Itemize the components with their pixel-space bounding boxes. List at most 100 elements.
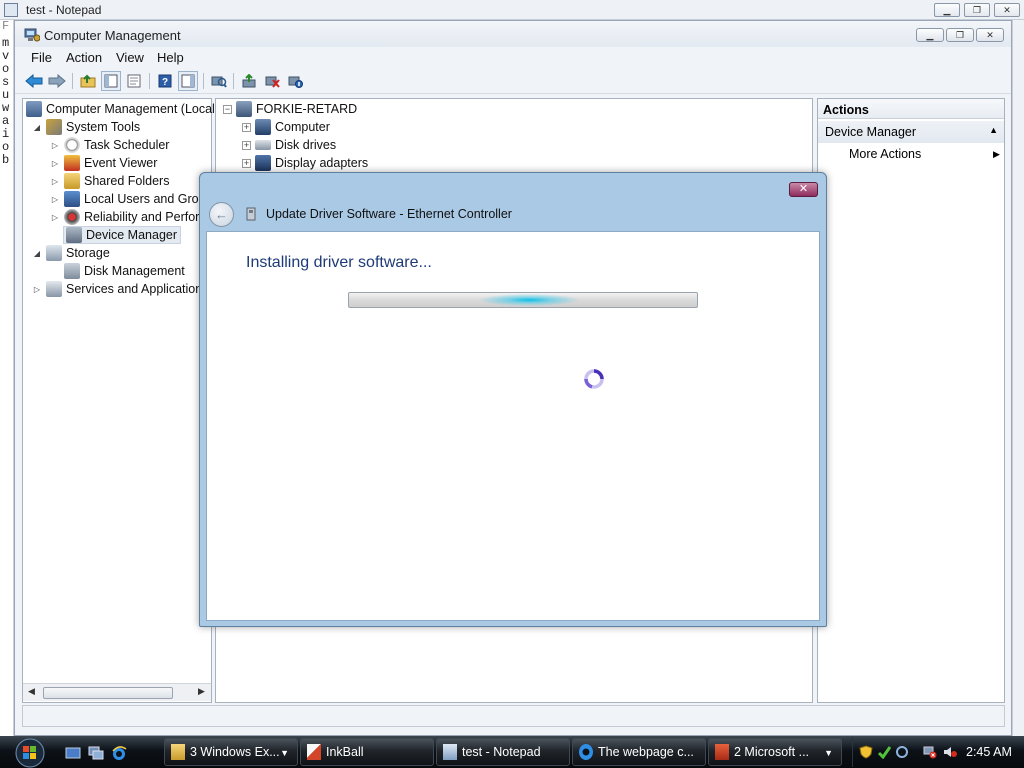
clock[interactable]: 2:45 AM bbox=[966, 745, 1012, 759]
menu-help[interactable]: Help bbox=[157, 50, 184, 65]
show-desktop-icon[interactable] bbox=[65, 745, 81, 761]
device-category-display-adapters[interactable]: + Display adapters bbox=[242, 154, 368, 172]
show-hide-tree-icon[interactable] bbox=[101, 71, 121, 91]
taskbar-item-label: 3 Windows Ex... bbox=[190, 745, 280, 759]
tree-item-task-scheduler[interactable]: ▷ Task Scheduler bbox=[50, 136, 169, 154]
switch-windows-icon[interactable] bbox=[88, 745, 104, 761]
device-icon bbox=[246, 207, 256, 221]
notepad-titlebar[interactable]: test - Notepad ▁ ❐ ✕ bbox=[0, 0, 1024, 20]
tree-item-storage[interactable]: ◢ Storage bbox=[32, 244, 110, 262]
tree-item-computer-management[interactable]: Computer Management (Local bbox=[26, 100, 215, 118]
properties-icon[interactable] bbox=[124, 71, 144, 91]
monitor-icon bbox=[255, 119, 271, 135]
expand-box-icon[interactable]: + bbox=[242, 140, 251, 150]
notepad-text-area[interactable]: F m v o s u w a i o b bbox=[0, 20, 14, 736]
expand-arrow-icon[interactable]: ▷ bbox=[50, 213, 60, 222]
tree-item-reliability[interactable]: ▷ Reliability and Perform bbox=[50, 208, 210, 226]
back-button[interactable]: ← bbox=[209, 202, 234, 227]
install-status-heading: Installing driver software... bbox=[246, 254, 432, 271]
device-category-computer[interactable]: + Computer bbox=[242, 118, 330, 136]
taskbar-item-notepad[interactable]: test - Notepad bbox=[436, 738, 570, 766]
tree-item-system-tools[interactable]: ◢ System Tools bbox=[32, 118, 140, 136]
taskbar-item-windows-explorer[interactable]: 3 Windows Ex... ▼ bbox=[164, 738, 298, 766]
tree-item-services[interactable]: ▷ Services and Applications bbox=[32, 280, 208, 298]
sync-icon[interactable] bbox=[895, 745, 909, 759]
cm-titlebar[interactable]: Computer Management ▁ ❐ ✕ bbox=[15, 21, 1011, 47]
notepad-icon bbox=[4, 3, 18, 17]
computer-management-icon bbox=[26, 101, 42, 117]
actions-pane: Actions Device Manager ▲ More Actions ▶ bbox=[817, 98, 1005, 703]
notepad-minimize-button[interactable]: ▁ bbox=[934, 3, 960, 17]
taskbar-item-microsoft[interactable]: 2 Microsoft ... ▼ bbox=[708, 738, 842, 766]
tree-item-disk-management[interactable]: Disk Management bbox=[64, 262, 185, 280]
expand-arrow-icon[interactable]: ▷ bbox=[50, 195, 60, 204]
cm-maximize-button[interactable]: ❐ bbox=[946, 28, 974, 42]
taskbar-item-webpage[interactable]: The webpage c... bbox=[572, 738, 706, 766]
actions-group-device-manager[interactable]: Device Manager ▲ bbox=[818, 121, 1004, 143]
update-driver-icon[interactable] bbox=[239, 71, 259, 91]
more-actions-item[interactable]: More Actions bbox=[849, 147, 921, 161]
dialog-close-button[interactable]: ✕ bbox=[789, 182, 818, 197]
forward-arrow-icon[interactable] bbox=[47, 71, 67, 91]
scan-hardware-icon[interactable] bbox=[209, 71, 229, 91]
device-host-node[interactable]: − FORKIE-RETARD bbox=[223, 100, 357, 118]
scroll-right-icon[interactable]: ▶ bbox=[198, 686, 205, 697]
services-icon bbox=[46, 281, 62, 297]
up-folder-icon[interactable] bbox=[78, 71, 98, 91]
show-action-pane-icon[interactable] bbox=[178, 71, 198, 91]
device-category-disk-drives[interactable]: + Disk drives bbox=[242, 136, 336, 154]
device-category-label: Disk drives bbox=[275, 138, 337, 152]
inkball-icon bbox=[307, 744, 321, 760]
actions-group-label: Device Manager bbox=[825, 125, 917, 139]
taskbar-item-label: 2 Microsoft ... bbox=[734, 745, 810, 759]
expand-arrow-icon[interactable]: ▷ bbox=[32, 285, 42, 294]
cm-minimize-button[interactable]: ▁ bbox=[916, 28, 944, 42]
help-icon[interactable]: ? bbox=[155, 71, 175, 91]
scrollbar-thumb[interactable] bbox=[43, 687, 173, 699]
notepad-scrollbar[interactable] bbox=[1012, 20, 1024, 736]
expand-arrow-icon[interactable]: ▷ bbox=[50, 159, 60, 168]
tree-horizontal-scrollbar[interactable]: ◀ ▶ bbox=[23, 683, 211, 701]
network-error-icon[interactable] bbox=[923, 745, 937, 759]
computer-management-icon bbox=[24, 28, 40, 42]
expand-arrow-icon[interactable]: ▷ bbox=[50, 177, 60, 186]
collapse-up-icon[interactable]: ▲ bbox=[989, 125, 998, 135]
tree-item-label: Local Users and Group bbox=[84, 192, 213, 206]
notepad-maximize-button[interactable]: ❐ bbox=[964, 3, 990, 17]
tree-item-label: Disk Management bbox=[84, 264, 185, 278]
group-dropdown-icon: ▼ bbox=[824, 748, 833, 758]
defender-icon[interactable] bbox=[877, 745, 891, 759]
tree-item-event-viewer[interactable]: ▷ Event Viewer bbox=[50, 154, 157, 172]
back-arrow-icon[interactable] bbox=[24, 71, 44, 91]
cm-title: Computer Management bbox=[44, 28, 181, 43]
cm-close-button[interactable]: ✕ bbox=[976, 28, 1004, 42]
collapse-arrow-icon[interactable]: ◢ bbox=[32, 123, 42, 132]
disk-drive-icon bbox=[255, 140, 271, 150]
expand-arrow-icon[interactable]: ▷ bbox=[50, 141, 60, 150]
collapse-arrow-icon[interactable]: ◢ bbox=[32, 249, 42, 258]
menu-file[interactable]: File bbox=[31, 50, 52, 65]
tree-item-label: Device Manager bbox=[86, 228, 178, 242]
taskbar-item-inkball[interactable]: InkBall bbox=[300, 738, 434, 766]
uninstall-device-icon[interactable] bbox=[262, 71, 282, 91]
start-button[interactable] bbox=[10, 736, 50, 768]
menu-view[interactable]: View bbox=[116, 50, 144, 65]
tree-item-label: Task Scheduler bbox=[84, 138, 170, 152]
notepad-close-button[interactable]: ✕ bbox=[994, 3, 1020, 17]
tree-item-label: Shared Folders bbox=[84, 174, 170, 188]
scroll-left-icon[interactable]: ◀ bbox=[28, 686, 35, 697]
tree-item-shared-folders[interactable]: ▷ Shared Folders bbox=[50, 172, 169, 190]
group-dropdown-icon: ▼ bbox=[280, 748, 289, 758]
tree-item-local-users[interactable]: ▷ Local Users and Group bbox=[50, 190, 213, 208]
expand-box-icon[interactable]: + bbox=[242, 122, 251, 132]
volume-muted-icon[interactable] bbox=[943, 745, 957, 759]
svg-text:?: ? bbox=[162, 77, 168, 88]
menu-action[interactable]: Action bbox=[66, 50, 102, 65]
expand-box-icon[interactable]: + bbox=[242, 158, 251, 168]
disable-device-icon[interactable] bbox=[285, 71, 305, 91]
security-shield-icon[interactable] bbox=[859, 745, 873, 759]
taskbar-item-label: test - Notepad bbox=[462, 745, 541, 759]
collapse-box-icon[interactable]: − bbox=[223, 104, 232, 114]
internet-explorer-icon[interactable] bbox=[111, 745, 127, 761]
tree-item-device-manager[interactable]: Device Manager bbox=[63, 226, 182, 244]
